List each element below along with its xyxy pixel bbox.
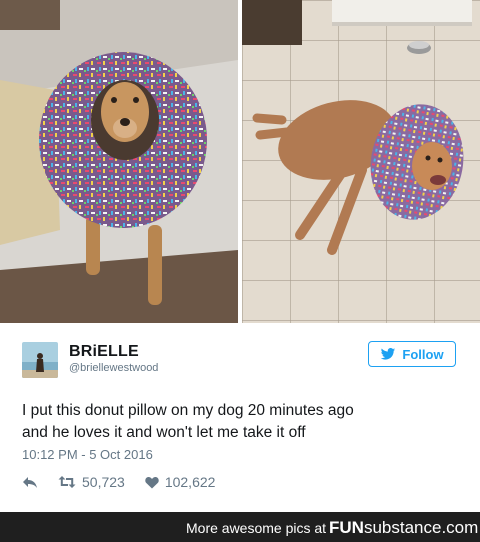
- retweet-icon: [58, 476, 76, 488]
- photo-dog-on-floor: [242, 0, 480, 323]
- twitter-bird-icon: [381, 347, 396, 360]
- tweet-text: I put this donut pillow on my dog 20 min…: [22, 400, 462, 444]
- retweet-count: 50,723: [82, 474, 125, 490]
- footer-brand-rest: substance.com: [363, 518, 479, 537]
- footer-banner: More awesome pics at FUNsubstance.com: [0, 512, 480, 542]
- user-handle[interactable]: @briellewestwood: [69, 362, 158, 374]
- footer-brand-bold: FUN: [329, 518, 364, 537]
- retweet-button[interactable]: 50,723: [58, 474, 125, 490]
- tweet-actions: 50,723 102,622: [22, 472, 215, 492]
- follow-button[interactable]: Follow: [368, 341, 456, 367]
- follow-label: Follow: [402, 346, 444, 362]
- heart-icon: [145, 476, 159, 488]
- footer-text: More awesome pics at: [186, 520, 327, 536]
- tweet-text-line: I put this donut pillow on my dog 20 min…: [22, 402, 354, 419]
- footer-brand[interactable]: FUNsubstance.com: [329, 518, 478, 538]
- like-button[interactable]: 102,622: [145, 474, 216, 490]
- display-name[interactable]: BRiELLE: [69, 343, 139, 361]
- photo-dog-on-bed: [0, 0, 238, 323]
- timestamp[interactable]: 10:12 PM - 5 Oct 2016: [22, 447, 153, 462]
- avatar[interactable]: [22, 342, 58, 378]
- like-count: 102,622: [164, 474, 216, 490]
- reply-icon: [23, 477, 37, 488]
- photo-collage: [0, 0, 480, 323]
- tweet-text-line: and he loves it and won't let me take it…: [22, 424, 306, 441]
- reply-button[interactable]: [22, 475, 38, 489]
